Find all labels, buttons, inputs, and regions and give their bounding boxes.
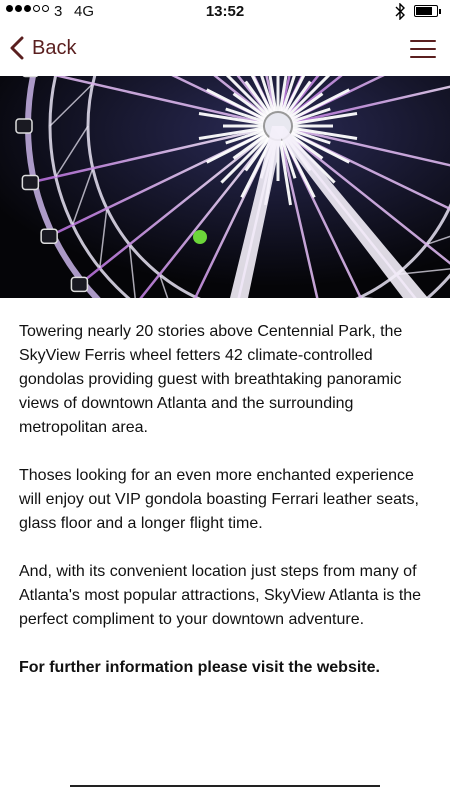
status-bar: 3 4G 13:52 [0,0,450,24]
home-indicator[interactable] [70,785,380,787]
paragraph-3: And, with its convenient location just s… [19,563,422,628]
website-info-text[interactable]: For further information please visit the… [19,656,431,680]
paragraph-2: Thoses looking for an even more enchante… [19,467,419,532]
ferris-wheel-image [0,76,450,298]
status-time: 13:52 [205,3,245,20]
green-light [193,230,207,244]
back-button[interactable]: Back [8,36,76,60]
paragraph-1: Towering nearly 20 stories above Centenn… [19,323,403,436]
bluetooth-icon [395,3,405,20]
navigation-bar: Back [0,24,450,76]
chevron-left-icon [10,36,24,60]
back-button-label: Back [32,36,77,59]
description-content: Towering nearly 20 stories above Centenn… [19,320,431,680]
hamburger-menu-icon[interactable] [410,38,436,60]
battery-icon [414,5,441,17]
